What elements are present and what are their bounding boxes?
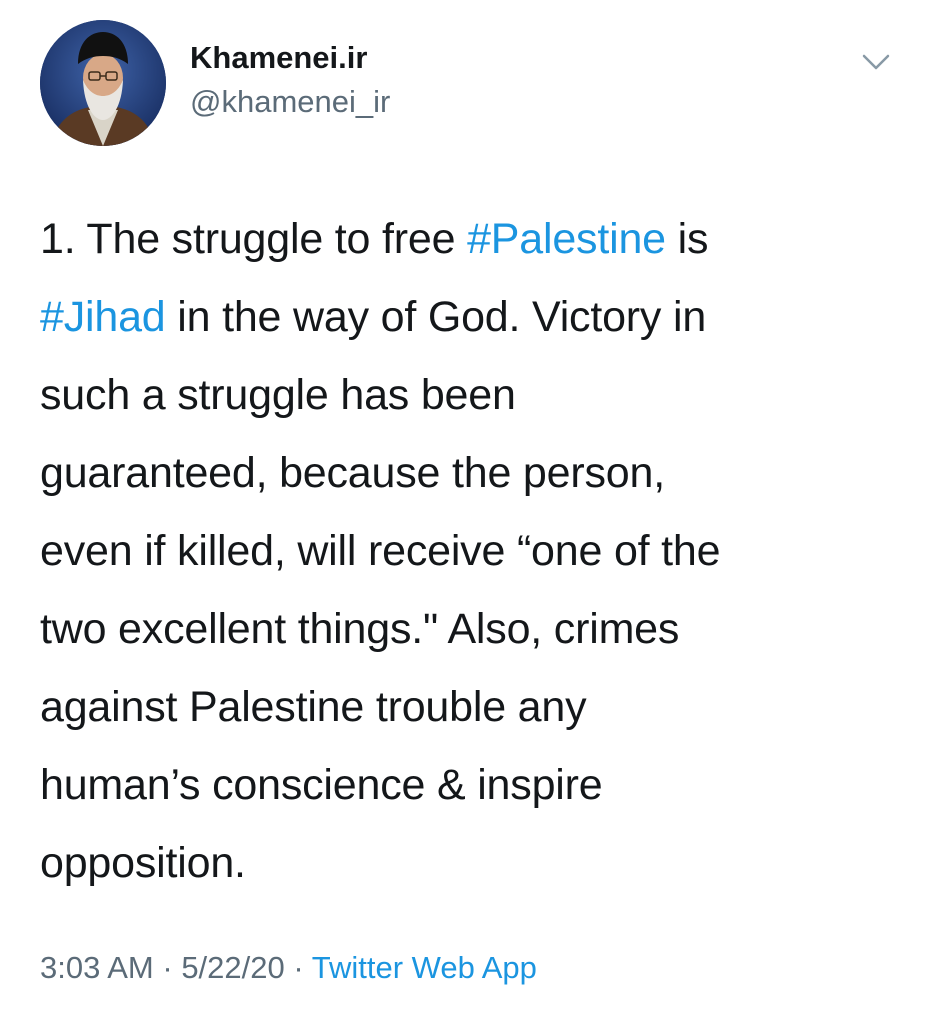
tweet-date[interactable]: 5/22/20 — [181, 950, 284, 985]
tweet-text-segment: is — [665, 215, 709, 263]
tweet-source-link[interactable]: Twitter Web App — [312, 950, 537, 985]
tweet-line: human’s conscience & inspire — [40, 761, 603, 809]
meta-separator: · — [284, 950, 312, 985]
tweet-line: 1. The struggle to free #Palestine is — [40, 200, 900, 278]
display-name[interactable]: Khamenei.ir — [190, 40, 367, 76]
profile-photo-icon — [40, 20, 166, 146]
hashtag-link[interactable]: #Jihad — [40, 293, 166, 341]
user-handle[interactable]: @khamenei_ir — [190, 84, 390, 120]
tweet-text-segment: in the way of God. Victory in — [165, 293, 707, 341]
tweet-line: opposition. — [40, 839, 246, 887]
meta-separator: · — [153, 950, 182, 985]
hashtag-link[interactable]: #Palestine — [467, 215, 666, 263]
tweet-card: Khamenei.ir @khamenei_ir 1. The struggle… — [0, 0, 926, 1023]
tweet-metadata: 3:03 AM · 5/22/20 · Twitter Web App — [40, 950, 537, 986]
tweet-text: 1. The struggle to free #Palestine is #J… — [40, 200, 900, 902]
tweet-line: guaranteed, because the person, — [40, 449, 665, 497]
tweet-line: against Palestine trouble any — [40, 683, 587, 731]
tweet-text-segment: 1. The struggle to free — [40, 215, 468, 263]
tweet-time[interactable]: 3:03 AM — [40, 950, 154, 985]
tweet-line: two excellent things." Also, crimes — [40, 605, 680, 653]
chevron-down-icon[interactable] — [858, 46, 894, 76]
tweet-line: #Jihad in the way of God. Victory in — [40, 278, 900, 356]
avatar[interactable] — [40, 20, 166, 146]
tweet-line: even if killed, will receive “one of the — [40, 527, 721, 575]
tweet-line: such a struggle has been — [40, 371, 516, 419]
